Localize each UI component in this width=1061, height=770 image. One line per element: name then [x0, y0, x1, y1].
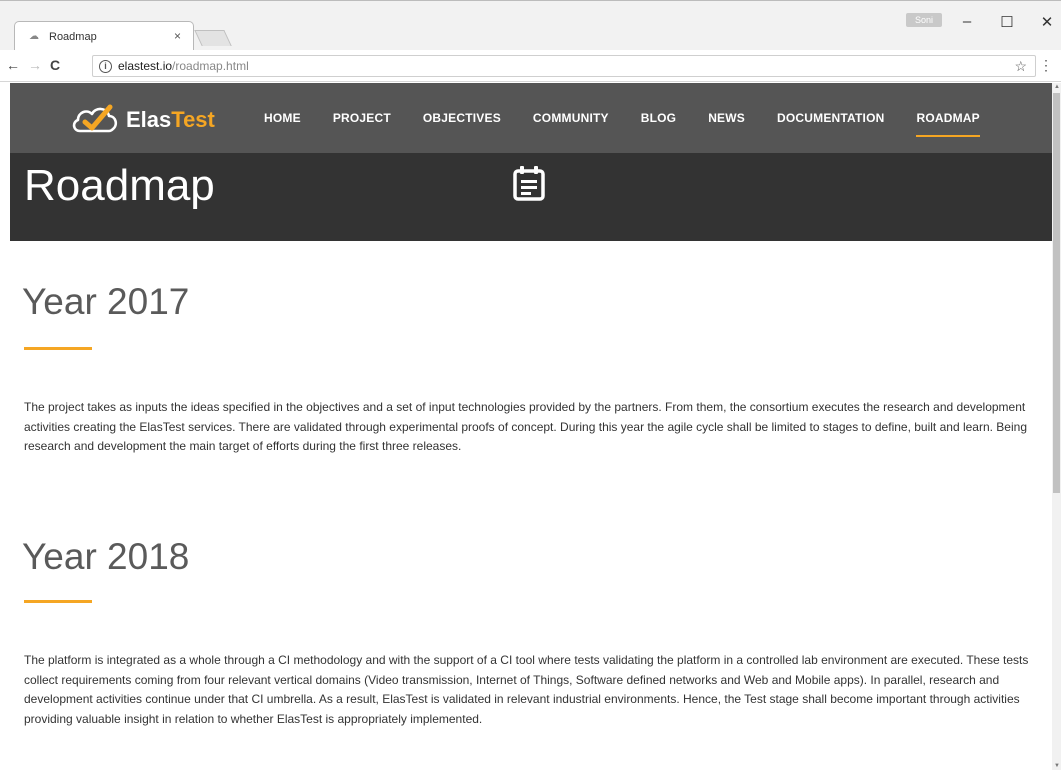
main-nav-menu: HOME PROJECT OBJECTIVES COMMUNITY BLOG N…	[264, 83, 1012, 153]
scroll-up-icon[interactable]: ▲	[1054, 84, 1060, 90]
tab-close-icon[interactable]: ×	[174, 29, 181, 43]
nav-documentation[interactable]: DOCUMENTATION	[777, 107, 884, 129]
scroll-down-icon[interactable]: ▼	[1054, 763, 1060, 769]
site-info-icon[interactable]: i	[99, 59, 112, 73]
reload-icon[interactable]: C	[50, 57, 60, 73]
logo-text: ElasTest	[126, 107, 215, 132]
section-title-2018: Year 2018	[22, 536, 190, 577]
back-arrow-icon[interactable]: ←	[6, 57, 20, 73]
bookmark-star-icon[interactable]: ☆	[1014, 58, 1027, 75]
cloud-check-logo-icon	[72, 104, 118, 133]
page-hero: Roadmap	[10, 153, 1052, 241]
section-title-2017: Year 2017	[22, 281, 190, 322]
browser-tab-roadmap[interactable]: ☁ Roadmap ×	[14, 21, 194, 51]
page-title: Roadmap	[24, 161, 215, 210]
browser-menu-icon[interactable]: ⋮	[1039, 57, 1053, 74]
nav-news[interactable]: NEWS	[708, 107, 745, 129]
cloud-favicon-icon: ☁	[29, 30, 39, 42]
new-tab-button[interactable]	[194, 30, 232, 46]
calendar-icon	[513, 166, 545, 201]
browser-tab-strip: ☁ Roadmap × Soni – ☐ ✕	[0, 0, 1061, 51]
nav-community[interactable]: COMMUNITY	[533, 107, 609, 129]
url-path: /roadmap.html	[172, 59, 249, 73]
nav-home[interactable]: HOME	[264, 107, 301, 129]
nav-blog[interactable]: BLOG	[641, 107, 676, 129]
section-divider	[24, 347, 92, 350]
maximize-icon[interactable]: ☐	[992, 13, 1022, 31]
profile-badge[interactable]: Soni	[906, 13, 942, 27]
tab-title: Roadmap	[49, 30, 97, 43]
nav-roadmap[interactable]: ROADMAP	[916, 107, 981, 137]
address-bar[interactable]: i elastest.io/roadmap.html ☆	[92, 55, 1036, 77]
elastest-logo[interactable]: ElasTest	[70, 103, 215, 137]
scrollbar-thumb[interactable]	[1053, 93, 1060, 493]
forward-arrow-icon[interactable]: →	[28, 57, 42, 73]
section-text-2018: The platform is integrated as a whole th…	[24, 653, 1029, 726]
nav-objectives[interactable]: OBJECTIVES	[423, 107, 501, 129]
close-window-icon[interactable]: ✕	[1032, 13, 1061, 31]
page-viewport: ElasTest HOME PROJECT OBJECTIVES COMMUNI…	[10, 83, 1052, 770]
section-divider	[24, 600, 92, 603]
nav-project[interactable]: PROJECT	[333, 107, 391, 129]
page-scrollbar[interactable]: ▲ ▼	[1052, 83, 1061, 770]
site-navbar: ElasTest HOME PROJECT OBJECTIVES COMMUNI…	[10, 83, 1052, 153]
minimize-icon[interactable]: –	[952, 13, 982, 30]
section-text-2017: The project takes as inputs the ideas sp…	[24, 400, 1027, 453]
browser-toolbar: ← → C i elastest.io/roadmap.html ☆ ⋮	[0, 50, 1061, 82]
url-host: elastest.io	[118, 59, 173, 73]
